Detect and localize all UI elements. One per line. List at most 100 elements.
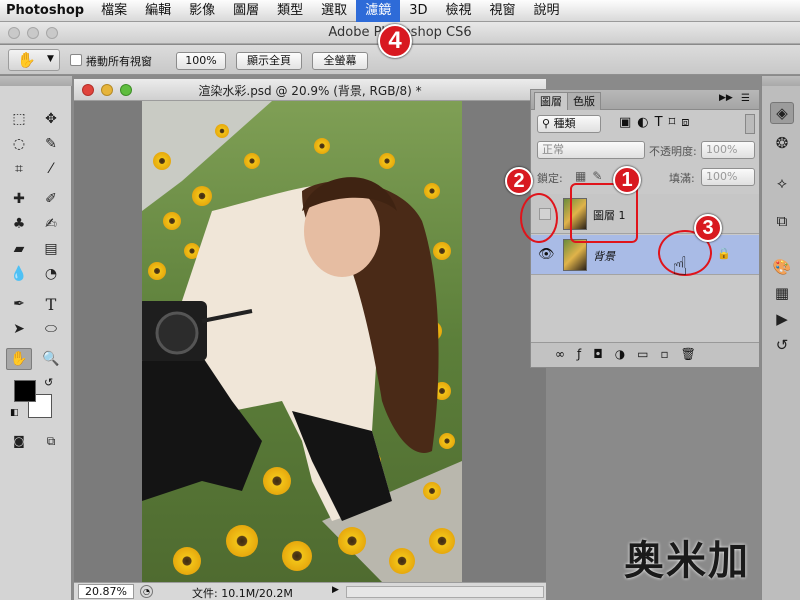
scroll-all-windows-label: 捲動所有視窗 bbox=[86, 55, 152, 68]
layer-row-1[interactable]: 圖層 1 bbox=[531, 194, 759, 234]
menu-type[interactable]: 類型 bbox=[268, 0, 312, 22]
menu-filter[interactable]: 濾鏡 bbox=[356, 0, 401, 22]
screen-mode-icon[interactable]: ⧉ bbox=[38, 430, 64, 452]
search-icon: ⚲ bbox=[542, 117, 554, 130]
crop-tool-icon[interactable]: ⌗ bbox=[6, 158, 32, 180]
actual-pixels-button[interactable]: 100% bbox=[176, 52, 226, 70]
tool-preset-picker[interactable]: ✋ ▼ bbox=[8, 49, 60, 71]
annotation-badge-2: 2 bbox=[505, 167, 533, 195]
channels-panel-icon[interactable]: ❂ bbox=[770, 132, 794, 154]
menu-view[interactable]: 檢視 bbox=[436, 0, 480, 22]
menu-edit[interactable]: 編輯 bbox=[136, 0, 180, 22]
lock-label: 鎖定: bbox=[537, 172, 563, 185]
healing-brush-tool-icon[interactable]: ✚ bbox=[6, 188, 32, 210]
annotation-badge-1: 1 bbox=[613, 166, 641, 194]
menu-3d[interactable]: 3D bbox=[400, 0, 436, 22]
menu-window[interactable]: 視窗 bbox=[481, 0, 525, 22]
chevron-down-icon: ▼ bbox=[47, 54, 54, 64]
grid-panel-icon[interactable]: ▦ bbox=[770, 282, 794, 304]
canvas-photo[interactable] bbox=[142, 101, 462, 582]
status-info-icon[interactable]: ◔ bbox=[140, 585, 153, 598]
pen-tool-icon[interactable]: ✒ bbox=[6, 293, 32, 315]
fill-field[interactable]: 100% bbox=[701, 168, 755, 186]
layer-actions-icons[interactable]: ∞ƒ◘◑▭▫🗑 bbox=[555, 347, 708, 361]
document-title-bar[interactable]: 渲染水彩.psd @ 20.9% (背景, RGB/8) * bbox=[74, 79, 546, 101]
menu-layer[interactable]: 圖層 bbox=[224, 0, 268, 22]
path-select-tool-icon[interactable]: ➤ bbox=[6, 318, 32, 340]
watermark-logo: 奥米加 bbox=[624, 538, 750, 584]
brush-tool-icon[interactable]: ✐ bbox=[38, 188, 64, 210]
file-size-info: 文件: 10.1M/20.2M bbox=[192, 587, 293, 600]
lock-icons[interactable]: ▦✎ bbox=[575, 169, 608, 183]
eye-icon[interactable]: 👁 bbox=[538, 247, 555, 262]
opacity-field[interactable]: 100% bbox=[701, 141, 755, 159]
annotation-ring-2 bbox=[520, 193, 558, 243]
dodge-tool-icon[interactable]: ◔ bbox=[38, 263, 64, 285]
move-tool-icon[interactable]: ✥ bbox=[38, 108, 64, 130]
tools-panel-header[interactable] bbox=[0, 76, 72, 86]
3d-panel-icon[interactable]: ⧉ bbox=[770, 210, 794, 232]
lasso-tool-icon[interactable]: ◌ bbox=[6, 133, 32, 155]
collapse-panel-icon[interactable]: ▶▶ bbox=[719, 93, 733, 103]
menu-select[interactable]: 選取 bbox=[312, 0, 356, 22]
annotation-badge-4: 4 bbox=[378, 24, 412, 58]
paths-panel-icon[interactable]: ⟡ bbox=[770, 172, 794, 194]
opacity-label: 不透明度: bbox=[649, 145, 697, 158]
panel-dock: ◈ ❂ ⟡ ⧉ 🎨 ▦ ▶ ↺ bbox=[761, 76, 800, 600]
foreground-color-swatch-top[interactable] bbox=[14, 380, 36, 402]
annotation-badge-3: 3 bbox=[694, 214, 722, 242]
fit-screen-button[interactable]: 顯示全頁 bbox=[236, 52, 302, 70]
menu-bar: Photoshop 檔案 編輯 影像 圖層 類型 選取 濾鏡 3D 檢視 視窗 … bbox=[0, 0, 800, 22]
history-brush-tool-icon[interactable]: ✍ bbox=[38, 213, 64, 235]
layer-thumbnail bbox=[563, 239, 587, 271]
type-tool-icon[interactable]: T bbox=[38, 293, 64, 315]
menu-image[interactable]: 影像 bbox=[180, 0, 224, 22]
hand-icon: ✋ bbox=[17, 51, 36, 69]
history-panel-icon[interactable]: ↺ bbox=[770, 334, 794, 356]
panel-menu-icon[interactable]: ☰ bbox=[741, 93, 750, 104]
blend-mode-dropdown[interactable]: 正常 bbox=[537, 141, 645, 159]
layer-row-background[interactable]: 👁 背景 🔒 bbox=[531, 235, 759, 275]
fill-label: 填滿: bbox=[669, 172, 695, 185]
layers-panel-tabs: 圖層 色版 ▶▶ ☰ bbox=[531, 90, 759, 110]
filter-toggle[interactable] bbox=[745, 114, 755, 134]
photo-image bbox=[142, 101, 462, 582]
tab-layers[interactable]: 圖層 bbox=[534, 92, 568, 110]
eyedropper-tool-icon[interactable]: ⁄ bbox=[38, 158, 64, 180]
lock-icon: 🔒 bbox=[717, 247, 731, 260]
app-name[interactable]: Photoshop bbox=[0, 3, 92, 18]
menu-help[interactable]: 說明 bbox=[525, 0, 569, 22]
clone-stamp-tool-icon[interactable]: ♣ bbox=[6, 213, 32, 235]
tools-panel: ⬚ ✥ ◌ ✎ ⌗ ⁄ ✚ ✐ ♣ ✍ ▰ ▤ 💧 ◔ ✒ T ➤ ⬭ ✋ 🔍 … bbox=[0, 76, 72, 600]
menu-file[interactable]: 檔案 bbox=[92, 0, 136, 22]
layers-panel: 圖層 色版 ▶▶ ☰ ⚲ 種類 ▣◐T⌑⧈ 正常 不透明度: 100% 鎖定: … bbox=[530, 89, 760, 368]
swap-colors-icon[interactable]: ↺ bbox=[44, 376, 53, 389]
layer-filter-icons[interactable]: ▣◐T⌑⧈ bbox=[619, 115, 696, 130]
dock-header[interactable] bbox=[762, 76, 800, 86]
status-menu-arrow-icon[interactable]: ▶ bbox=[332, 585, 339, 595]
layer-filter-label: 種類 bbox=[553, 117, 576, 130]
scroll-all-windows-checkbox[interactable] bbox=[70, 54, 82, 66]
layers-panel-footer: ∞ƒ◘◑▭▫🗑 bbox=[531, 342, 759, 367]
layer-name[interactable]: 背景 bbox=[593, 248, 615, 264]
default-colors-icon[interactable]: ◧ bbox=[10, 408, 19, 418]
pointer-hand-icon: ☝ bbox=[672, 252, 688, 282]
gradient-tool-icon[interactable]: ▤ bbox=[38, 238, 64, 260]
horizontal-scrollbar[interactable] bbox=[346, 586, 544, 598]
zoom-tool-icon[interactable]: 🔍 bbox=[38, 348, 64, 370]
swatches-panel-icon[interactable]: 🎨 bbox=[770, 256, 794, 278]
quick-select-tool-icon[interactable]: ✎ bbox=[38, 133, 64, 155]
blur-tool-icon[interactable]: 💧 bbox=[6, 263, 32, 285]
play-actions-icon[interactable]: ▶ bbox=[770, 308, 794, 330]
document-title: 渲染水彩.psd @ 20.9% (背景, RGB/8) * bbox=[198, 84, 422, 98]
hand-tool-icon[interactable]: ✋ bbox=[6, 348, 32, 370]
quick-mask-icon[interactable]: ◙ bbox=[6, 430, 32, 452]
fill-screen-button[interactable]: 全螢幕 bbox=[312, 52, 368, 70]
ellipse-tool-icon[interactable]: ⬭ bbox=[38, 318, 64, 340]
layers-panel-icon[interactable]: ◈ bbox=[770, 102, 794, 124]
layer-filter-dropdown[interactable]: ⚲ 種類 bbox=[537, 115, 601, 133]
zoom-field[interactable]: 20.87% bbox=[78, 584, 134, 599]
eraser-tool-icon[interactable]: ▰ bbox=[6, 238, 32, 260]
marquee-tool-icon[interactable]: ⬚ bbox=[6, 108, 32, 130]
tab-channels[interactable]: 色版 bbox=[567, 92, 601, 110]
